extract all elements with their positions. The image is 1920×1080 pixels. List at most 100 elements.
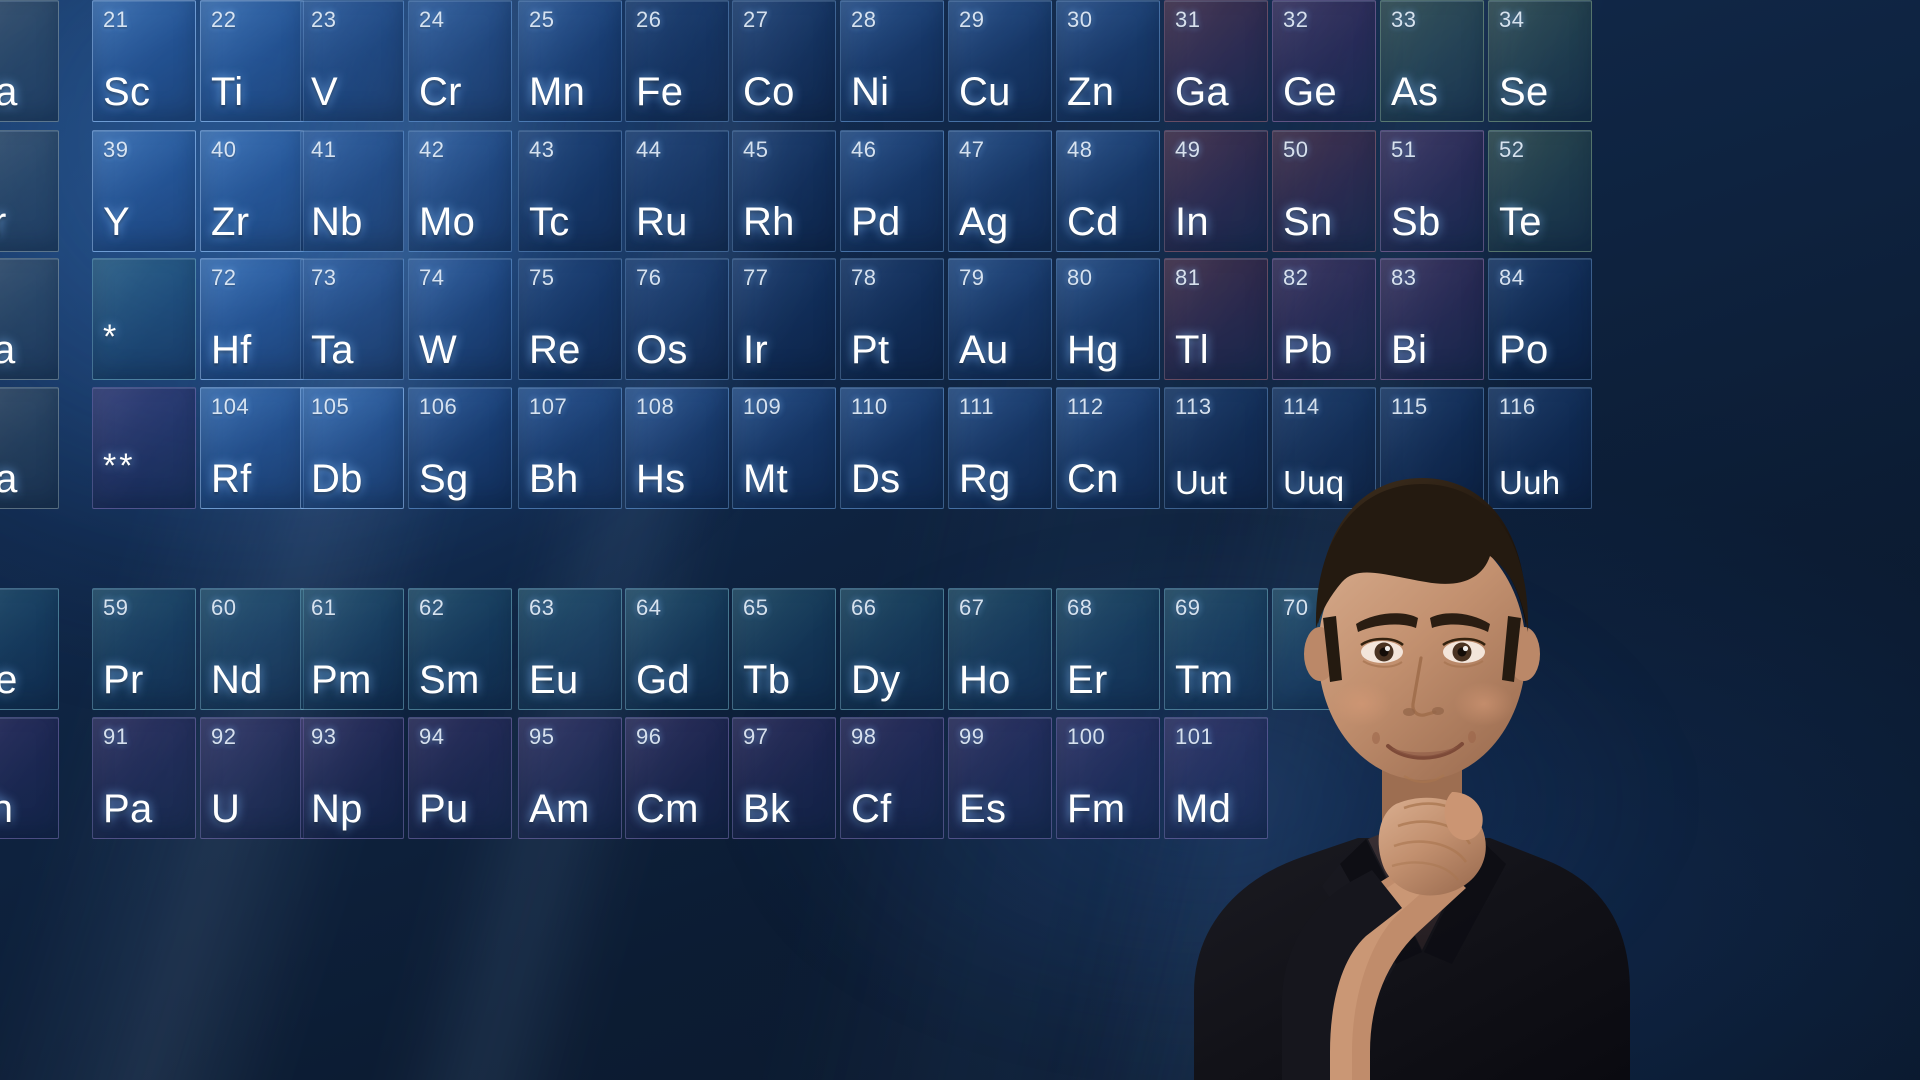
element-cell[interactable]: 32 Ge bbox=[1272, 0, 1376, 122]
element-cell[interactable]: 23 V bbox=[300, 0, 404, 122]
element-atomic-number: 25 bbox=[529, 7, 555, 32]
element-cell[interactable]: 94 Pu bbox=[408, 717, 512, 839]
element-cell[interactable]: 105 Db bbox=[300, 387, 404, 509]
element-cell[interactable]: 80 Hg bbox=[1056, 258, 1160, 380]
element-cell[interactable]: 21 Sc bbox=[92, 0, 196, 122]
element-cell[interactable]: 46 Pd bbox=[840, 130, 944, 252]
element-cell[interactable]: 106 Sg bbox=[408, 387, 512, 509]
element-cell[interactable]: ** bbox=[92, 387, 196, 509]
element-cell[interactable]: 26 Fe bbox=[625, 0, 729, 122]
element-cell[interactable]: 107 Bh bbox=[518, 387, 622, 509]
element-cell[interactable]: 27 Co bbox=[732, 0, 836, 122]
element-symbol: Ho bbox=[959, 658, 1011, 702]
element-cell[interactable]: 73 Ta bbox=[300, 258, 404, 380]
element-cell[interactable]: 59 Pr bbox=[92, 588, 196, 710]
element-cell[interactable]: 110 Ds bbox=[840, 387, 944, 509]
element-cell[interactable]: 40 Zr bbox=[200, 130, 304, 252]
element-cell[interactable]: 109 Mt bbox=[732, 387, 836, 509]
element-cell[interactable]: 88Ra bbox=[0, 387, 59, 509]
element-cell[interactable]: 28 Ni bbox=[840, 0, 944, 122]
element-symbol: Hf bbox=[211, 328, 252, 372]
element-cell[interactable]: * bbox=[92, 258, 196, 380]
element-cell[interactable]: 29 Cu bbox=[948, 0, 1052, 122]
element-symbol: V bbox=[311, 70, 338, 114]
element-symbol: Re bbox=[529, 328, 581, 372]
element-cell[interactable]: 44 Ru bbox=[625, 130, 729, 252]
element-cell[interactable]: 90Th bbox=[0, 717, 59, 839]
element-atomic-number: 29 bbox=[959, 7, 985, 32]
element-atomic-number: 116 bbox=[1499, 394, 1536, 419]
element-cell[interactable]: 42 Mo bbox=[408, 130, 512, 252]
element-cell[interactable]: 93 Np bbox=[300, 717, 404, 839]
element-atomic-number: 33 bbox=[1391, 7, 1417, 32]
element-cell[interactable]: 76 Os bbox=[625, 258, 729, 380]
element-cell[interactable]: 92 U bbox=[200, 717, 304, 839]
element-cell[interactable]: 20Ca bbox=[0, 0, 59, 122]
element-cell[interactable]: 63 Eu bbox=[518, 588, 622, 710]
element-cell[interactable]: 111 Rg bbox=[948, 387, 1052, 509]
element-cell[interactable]: 41 Nb bbox=[300, 130, 404, 252]
element-cell[interactable]: 67 Ho bbox=[948, 588, 1052, 710]
element-cell[interactable]: 47 Ag bbox=[948, 130, 1052, 252]
element-cell[interactable]: 98 Cf bbox=[840, 717, 944, 839]
element-cell[interactable]: 60 Nd bbox=[200, 588, 304, 710]
element-cell[interactable]: 113 Uut bbox=[1164, 387, 1268, 509]
element-cell[interactable]: 62 Sm bbox=[408, 588, 512, 710]
element-cell[interactable]: 34 Se bbox=[1488, 0, 1592, 122]
element-cell[interactable]: 30 Zn bbox=[1056, 0, 1160, 122]
element-atomic-number: 45 bbox=[743, 137, 769, 162]
element-cell[interactable]: 101 Md bbox=[1164, 717, 1268, 839]
element-cell[interactable]: 75 Re bbox=[518, 258, 622, 380]
element-cell[interactable]: 74 W bbox=[408, 258, 512, 380]
element-cell[interactable]: 112 Cn bbox=[1056, 387, 1160, 509]
element-symbol: Pa bbox=[103, 787, 153, 831]
element-symbol: Pm bbox=[311, 658, 372, 702]
element-cell[interactable]: 33 As bbox=[1380, 0, 1484, 122]
element-cell[interactable]: 77 Ir bbox=[732, 258, 836, 380]
element-cell[interactable]: 95 Am bbox=[518, 717, 622, 839]
element-cell[interactable]: 25 Mn bbox=[518, 0, 622, 122]
element-cell[interactable]: 108 Hs bbox=[625, 387, 729, 509]
element-cell[interactable]: 45 Rh bbox=[732, 130, 836, 252]
element-cell[interactable]: 83 Bi bbox=[1380, 258, 1484, 380]
element-cell[interactable]: 96 Cm bbox=[625, 717, 729, 839]
element-cell[interactable]: 56Ba bbox=[0, 258, 59, 380]
element-cell[interactable]: 79 Au bbox=[948, 258, 1052, 380]
element-cell[interactable]: 31 Ga bbox=[1164, 0, 1268, 122]
element-cell[interactable]: 104 Rf bbox=[200, 387, 304, 509]
element-cell[interactable]: 51 Sb bbox=[1380, 130, 1484, 252]
element-cell[interactable]: 65 Tb bbox=[732, 588, 836, 710]
element-cell[interactable]: 115 bbox=[1380, 387, 1484, 509]
element-cell[interactable]: 39 Y bbox=[92, 130, 196, 252]
element-cell[interactable]: 61 Pm bbox=[300, 588, 404, 710]
element-cell[interactable]: 116 Uuh bbox=[1488, 387, 1592, 509]
element-atomic-number: 24 bbox=[419, 7, 445, 32]
element-cell[interactable]: 70 bbox=[1272, 588, 1376, 710]
element-cell[interactable]: 114 Uuq bbox=[1272, 387, 1376, 509]
element-cell[interactable]: 43 Tc bbox=[518, 130, 622, 252]
element-atomic-number: 80 bbox=[1067, 265, 1093, 290]
element-cell[interactable]: 84 Po bbox=[1488, 258, 1592, 380]
element-cell[interactable]: 52 Te bbox=[1488, 130, 1592, 252]
element-cell[interactable]: 68 Er bbox=[1056, 588, 1160, 710]
element-cell[interactable]: 69 Tm bbox=[1164, 588, 1268, 710]
element-cell[interactable]: 50 Sn bbox=[1272, 130, 1376, 252]
element-cell[interactable]: 81 Tl bbox=[1164, 258, 1268, 380]
element-cell[interactable]: 64 Gd bbox=[625, 588, 729, 710]
element-cell[interactable]: 91 Pa bbox=[92, 717, 196, 839]
element-symbol: Hs bbox=[636, 457, 686, 501]
element-cell[interactable]: 97 Bk bbox=[732, 717, 836, 839]
element-cell[interactable]: 38Sr bbox=[0, 130, 59, 252]
element-cell[interactable]: 66 Dy bbox=[840, 588, 944, 710]
element-cell[interactable]: 82 Pb bbox=[1272, 258, 1376, 380]
element-symbol: Ba bbox=[0, 328, 16, 373]
element-cell[interactable]: 99 Es bbox=[948, 717, 1052, 839]
element-cell[interactable]: 24 Cr bbox=[408, 0, 512, 122]
element-cell[interactable]: 49 In bbox=[1164, 130, 1268, 252]
element-cell[interactable]: 100 Fm bbox=[1056, 717, 1160, 839]
element-cell[interactable]: 22 Ti bbox=[200, 0, 304, 122]
element-cell[interactable]: 72 Hf bbox=[200, 258, 304, 380]
element-cell[interactable]: 48 Cd bbox=[1056, 130, 1160, 252]
element-cell[interactable]: 58Ce bbox=[0, 588, 59, 710]
element-cell[interactable]: 78 Pt bbox=[840, 258, 944, 380]
